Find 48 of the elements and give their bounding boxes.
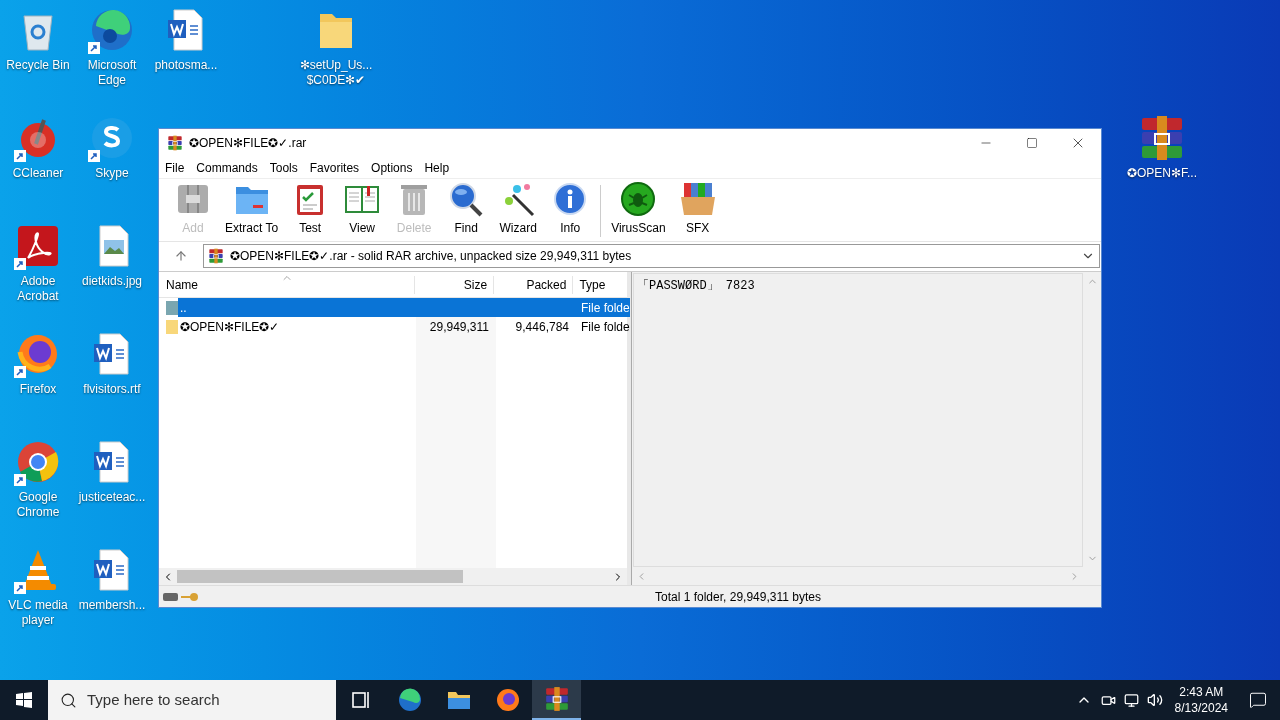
column-header[interactable]: Packed: [493, 275, 573, 294]
menu-item[interactable]: Favorites: [303, 157, 366, 178]
menu-item[interactable]: Tools: [263, 157, 304, 178]
toolbar-button[interactable]: Wizard: [492, 181, 545, 237]
window-title: ✪OPEN✻FILE✪✓.rar: [189, 135, 307, 152]
status-text: Total 1 folder, 29,949,311 bytes: [654, 588, 821, 606]
toolbar-button[interactable]: Info: [544, 181, 597, 237]
desktop-icon-label[interactable]: ✻setUp_Us... $C0DE✻✔: [297, 58, 375, 88]
clock-date[interactable]: 8/13/2024: [1174, 700, 1228, 716]
toolbar-button[interactable]: View: [336, 181, 389, 237]
horizontal-scrollbar[interactable]: [159, 568, 627, 585]
folder-icon: [166, 319, 178, 334]
menu-item[interactable]: Options: [365, 157, 419, 178]
address-field[interactable]: ✪OPEN✻FILE✪✓.rar - solid RAR archive, unpacked size 29,949,311 bytes: [203, 243, 1100, 268]
search-icon: [60, 691, 77, 709]
column-header[interactable]: Size: [413, 275, 494, 294]
firefox-icon: [494, 687, 521, 713]
toolbar-button[interactable]: VirusScan: [605, 181, 672, 237]
clock-time[interactable]: 2:43 AM: [1179, 684, 1224, 700]
notification-icon: [1249, 691, 1267, 709]
comment-panel: 「PASSWØRD」 7823: [633, 273, 1083, 567]
winrar-icon: [543, 686, 570, 712]
maximize-icon: [1026, 137, 1038, 149]
toolbar-button[interactable]: Extract To: [219, 181, 285, 237]
archive-icon: [208, 247, 224, 264]
drive-icon: [163, 592, 178, 601]
column-header[interactable]: Name: [159, 275, 414, 294]
parent-folder-icon: [166, 300, 178, 315]
column-header[interactable]: Type: [572, 275, 627, 294]
virus-icon: [619, 181, 658, 217]
menu-item[interactable]: Commands: [190, 157, 264, 178]
windows-logo-icon: [16, 692, 32, 708]
taskbar-app-button[interactable]: [532, 680, 581, 720]
desktop-icon-label[interactable]: ✪OPEN✻F...: [1125, 166, 1199, 181]
menu-item[interactable]: File: [159, 157, 191, 178]
scrollbar-thumb[interactable]: [177, 570, 463, 583]
volume-icon[interactable]: [1146, 692, 1163, 708]
taskbar-search-field[interactable]: Type here to search: [48, 680, 336, 720]
app-icon: [167, 135, 183, 151]
key-icon: [181, 591, 199, 602]
menu-item[interactable]: Help: [418, 157, 456, 178]
toolbar-button[interactable]: Find: [440, 181, 493, 237]
toolbar-button[interactable]: SFX: [671, 181, 724, 237]
toolbar-button[interactable]: Test: [284, 181, 337, 237]
file-row[interactable]: ✪OPEN✻FILE✪✓ 29,949,311 9,446,784 File folde: [159, 317, 627, 336]
edge-icon: [396, 687, 423, 713]
network-icon[interactable]: [1123, 692, 1139, 708]
sfx-icon: [678, 181, 717, 217]
